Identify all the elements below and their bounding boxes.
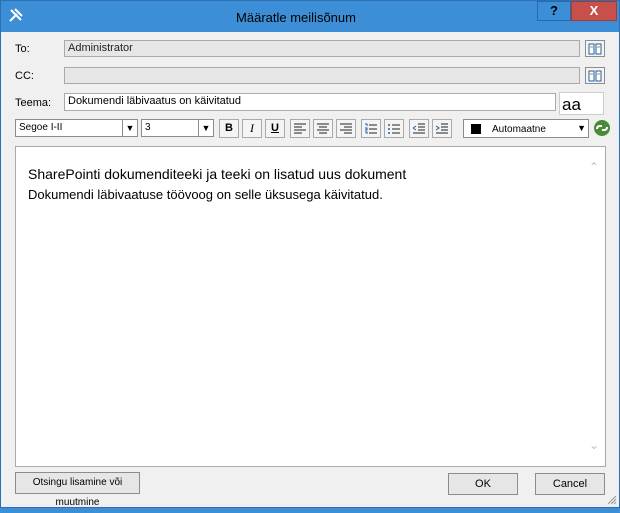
dynamic-text-button[interactable]: aa — [559, 92, 604, 115]
italic-button[interactable]: I — [242, 119, 262, 138]
close-button[interactable]: X — [571, 1, 617, 21]
address-book-icon — [588, 43, 602, 55]
chevron-down-icon: ▼ — [577, 123, 586, 133]
color-swatch — [471, 124, 481, 134]
bullet-list-button[interactable] — [384, 119, 404, 138]
align-right-icon — [340, 123, 352, 134]
address-book-icon — [588, 70, 602, 82]
cc-address-book-button[interactable] — [585, 67, 605, 84]
to-label: To: — [15, 43, 30, 55]
add-lookup-button[interactable]: Otsingu lisamine või muutmine — [15, 472, 140, 508]
ok-button[interactable]: OK — [448, 473, 518, 495]
numbered-list-button[interactable] — [361, 119, 381, 138]
subject-label: Teema: — [15, 97, 52, 109]
font-color-value: Automaatne — [492, 124, 546, 135]
help-button[interactable]: ? — [537, 1, 571, 21]
underline-button[interactable]: U — [265, 119, 285, 138]
align-left-icon — [294, 123, 306, 134]
align-center-button[interactable] — [313, 119, 333, 138]
title-bar[interactable]: Määratle meilisõnum ? X — [1, 1, 619, 32]
increase-indent-button[interactable] — [432, 119, 452, 138]
numbered-list-icon — [365, 123, 377, 134]
email-dialog: Määratle meilisõnum ? X To: Administrato… — [0, 0, 620, 508]
scroll-up-icon[interactable]: ⌃ — [589, 160, 599, 174]
cc-field[interactable] — [64, 67, 580, 84]
bullet-list-icon — [388, 124, 400, 134]
to-address-book-button[interactable] — [585, 40, 605, 57]
cancel-button[interactable]: Cancel — [535, 473, 605, 495]
subject-field[interactable]: Dokumendi läbivaatus on käivitatud — [64, 93, 556, 111]
font-size-value: 3 — [145, 122, 151, 133]
align-center-icon — [317, 123, 329, 134]
font-family-select[interactable]: Segoe I-II ▼ — [15, 119, 138, 137]
decrease-indent-icon — [412, 123, 425, 134]
body-line-1: SharePointi dokumenditeeki ja teeki on l… — [28, 166, 407, 182]
dialog-content: To: Administrator CC: Teema: Dokumendi l… — [9, 32, 611, 508]
chevron-down-icon: ▼ — [122, 120, 137, 136]
cc-label: CC: — [15, 70, 34, 82]
decrease-indent-button[interactable] — [409, 119, 429, 138]
font-size-select[interactable]: 3 ▼ — [141, 119, 214, 137]
body-line-2: Dokumendi läbivaatuse töövoog on selle ü… — [28, 187, 383, 202]
font-color-select[interactable]: Automaatne ▼ — [463, 119, 589, 138]
align-left-button[interactable] — [290, 119, 310, 138]
chevron-down-icon: ▼ — [198, 120, 213, 136]
bold-button[interactable]: B — [219, 119, 239, 138]
format-toolbar: Segoe I-II ▼ 3 ▼ B I U Automaatne ▼ — [15, 118, 610, 139]
font-family-value: Segoe I-II — [19, 122, 63, 133]
increase-indent-icon — [435, 123, 448, 134]
to-field[interactable]: Administrator — [64, 40, 580, 57]
message-body-editor[interactable]: SharePointi dokumenditeeki ja teeki on l… — [15, 146, 606, 467]
resize-grip-icon[interactable] — [607, 495, 617, 505]
hyperlink-button[interactable] — [593, 119, 611, 137]
hyperlink-icon — [594, 120, 610, 136]
window-title: Määratle meilisõnum — [236, 10, 356, 25]
align-right-button[interactable] — [336, 119, 356, 138]
scroll-down-icon[interactable]: ⌄ — [589, 438, 599, 452]
